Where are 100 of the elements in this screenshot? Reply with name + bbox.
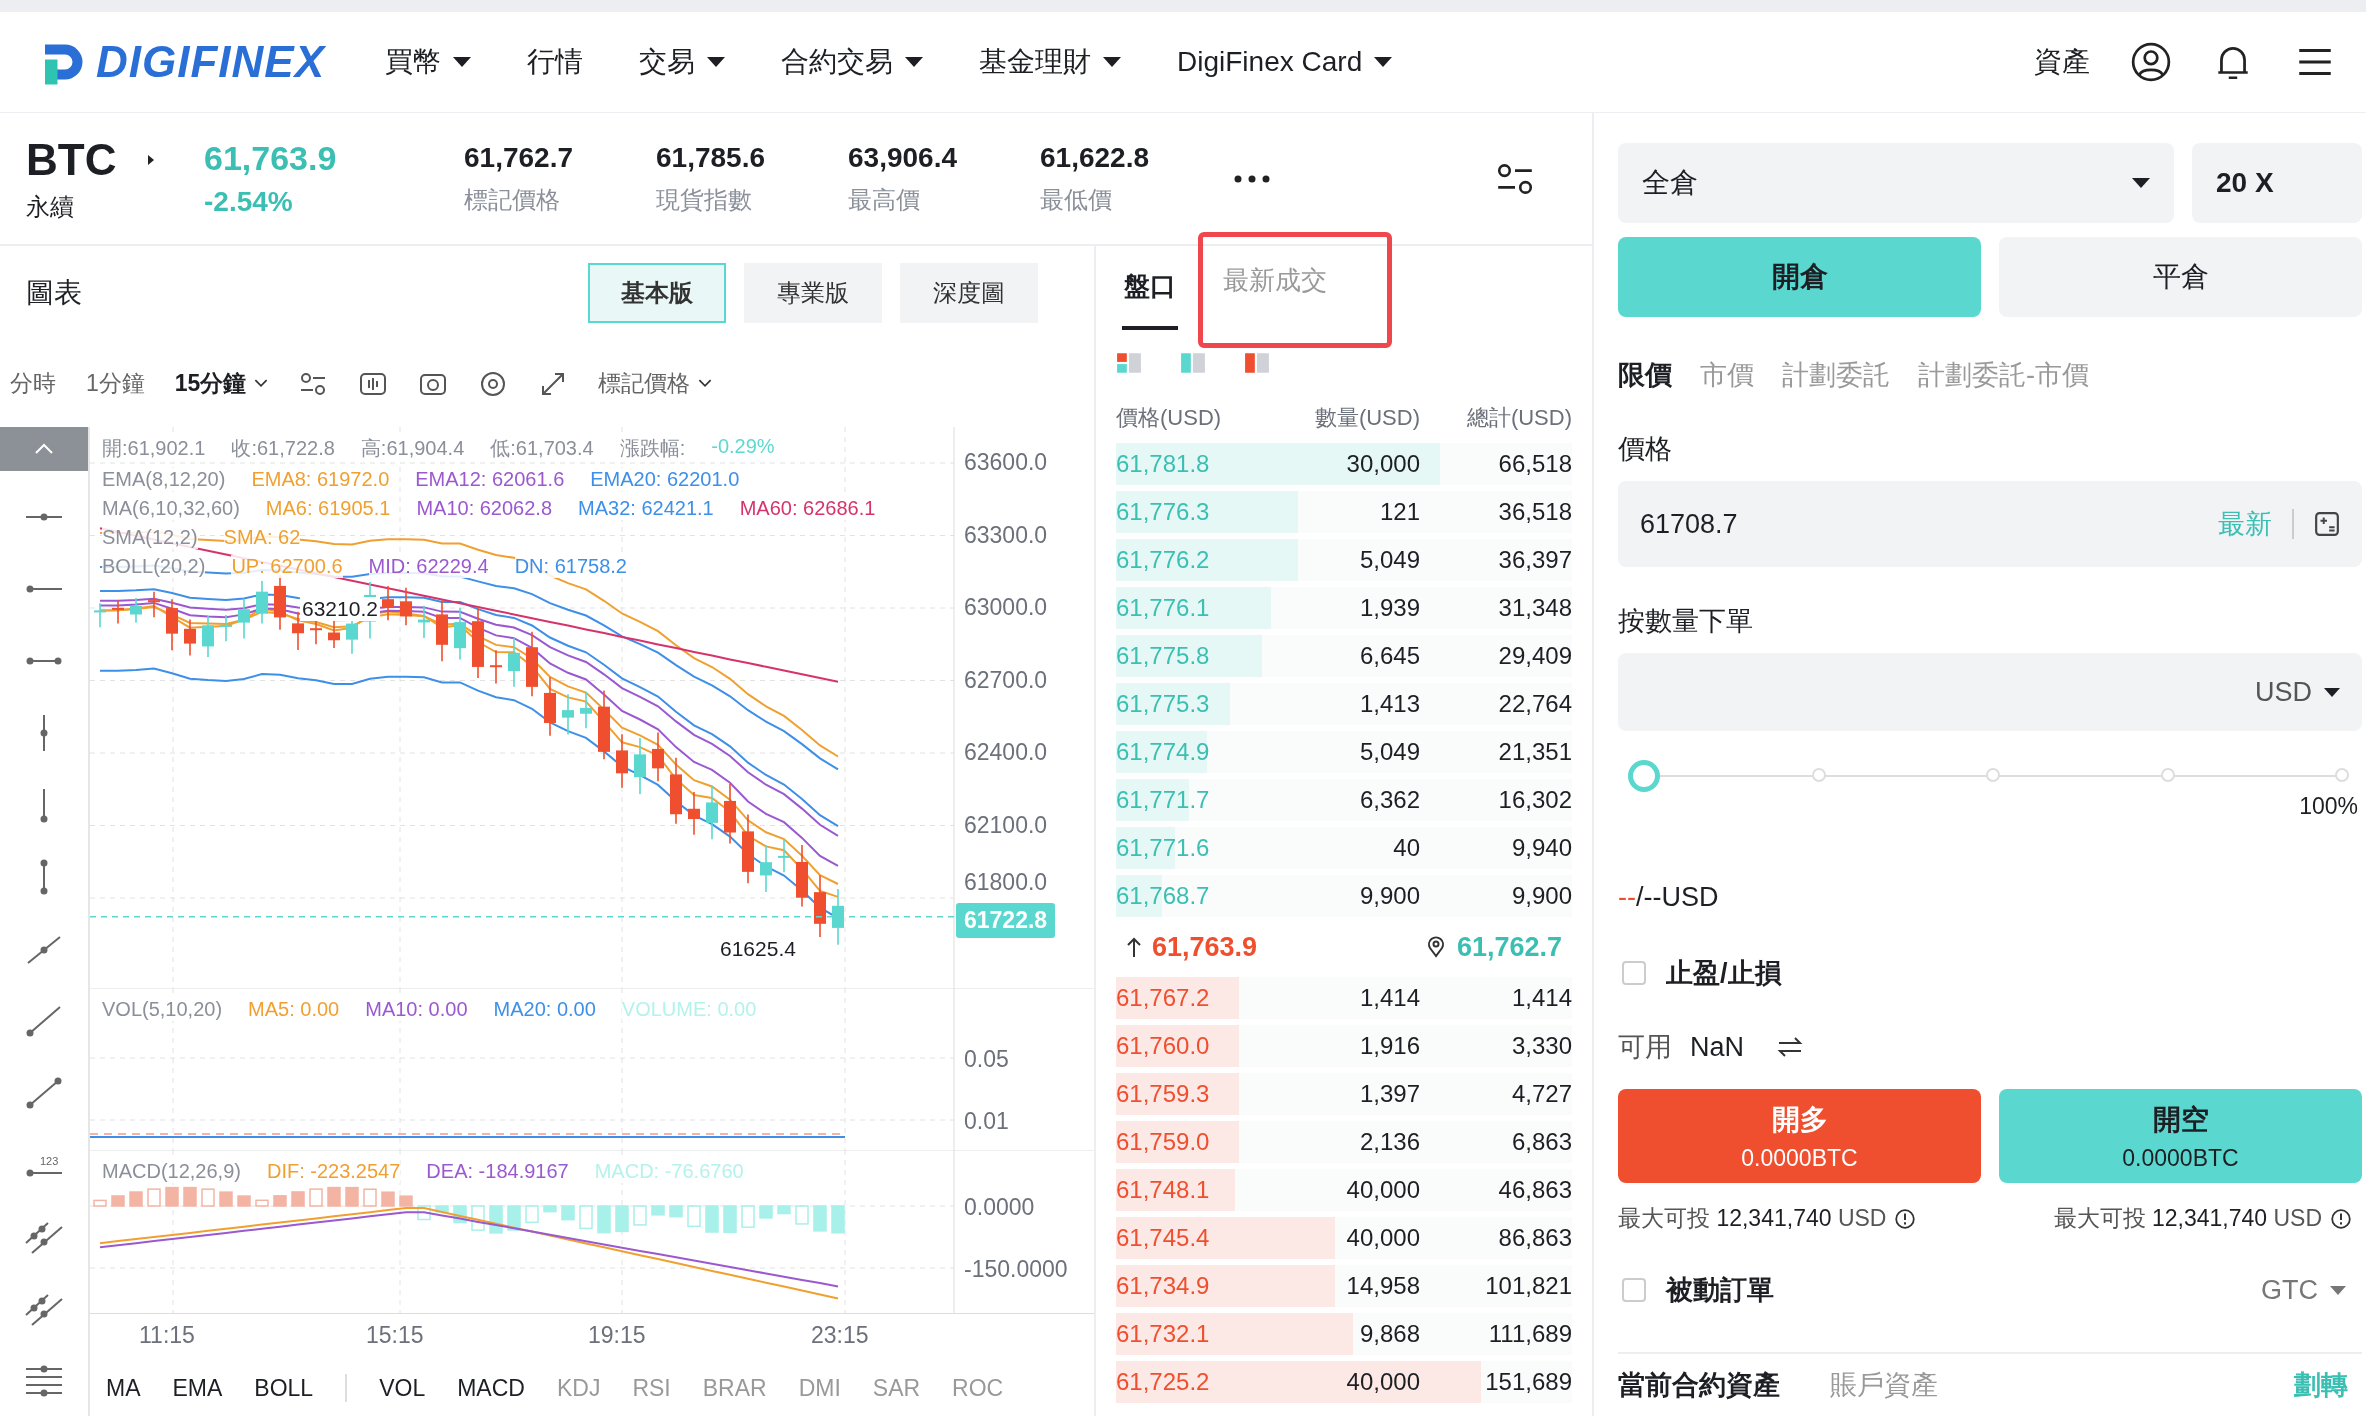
nav-menu-item[interactable]: 合約交易	[781, 43, 924, 81]
nav-menu-item[interactable]: 行情	[527, 43, 584, 81]
order-type-tab[interactable]: 計劃委託	[1782, 357, 1890, 393]
user-icon[interactable]	[2130, 41, 2172, 83]
nav-menu-item[interactable]: 買幣	[385, 43, 472, 81]
indicator-value: MA32: 62421.1	[578, 497, 714, 520]
interval-tab[interactable]: 1分鐘	[86, 368, 145, 399]
asset-tab[interactable]: 當前合約資產	[1618, 1367, 1780, 1403]
info-icon[interactable]	[1894, 1207, 1917, 1230]
axis-label: -150.0000	[964, 1256, 1068, 1283]
nav-menu-item[interactable]: 基金理財	[979, 43, 1122, 81]
layout-both-icon[interactable]	[1116, 351, 1142, 374]
interval-tab[interactable]: 15分鐘	[174, 368, 269, 399]
swap-icon[interactable]	[1776, 1036, 1804, 1058]
unit-dropdown[interactable]: USD	[2255, 676, 2340, 708]
ask-total: 9,900	[1510, 882, 1572, 910]
candle	[94, 602, 106, 629]
margin-mode-dropdown[interactable]: 全倉	[1618, 143, 2174, 223]
indicator-tab[interactable]: RSI	[632, 1374, 671, 1402]
nav-menu-item[interactable]: 交易	[639, 43, 726, 81]
histogram-bar	[399, 1195, 413, 1207]
calculator-icon[interactable]	[2314, 511, 2340, 537]
bid-total: 3,330	[1510, 1032, 1572, 1060]
price-type-dropdown[interactable]: 標記價格	[598, 368, 713, 399]
candle	[400, 586, 412, 627]
bid-price[interactable]: 61,748.1	[1116, 1176, 1268, 1204]
candle	[148, 590, 160, 619]
axis-label: 63000.0	[964, 594, 1048, 621]
chevron-down-icon[interactable]	[254, 379, 269, 388]
histogram-bar	[165, 1186, 179, 1207]
bid-price[interactable]: 61,759.3	[1116, 1080, 1268, 1108]
ask-amount: 6,362	[1358, 786, 1420, 814]
price-input[interactable]: 61708.7 最新	[1618, 481, 2362, 567]
open-short-button[interactable]: 開空 0.0000BTC	[1999, 1089, 2362, 1183]
more-icon[interactable]	[1232, 173, 1272, 184]
indicator-tab[interactable]: BOLL	[254, 1374, 314, 1402]
indicator-tab[interactable]: VOL	[379, 1374, 426, 1402]
axis-label: 62700.0	[964, 667, 1048, 694]
indicator-tab[interactable]: DMI	[798, 1374, 841, 1402]
layout-asks-icon[interactable]	[1244, 351, 1270, 374]
symbol-name[interactable]: BTC	[26, 134, 137, 185]
indicator-tab[interactable]: EMA	[172, 1374, 223, 1402]
bid-price[interactable]: 61,759.0	[1116, 1128, 1268, 1156]
histogram-bar	[93, 1199, 107, 1207]
histogram-bar	[147, 1188, 161, 1207]
info-icon[interactable]	[2330, 1207, 2352, 1230]
nav-menu-item[interactable]: DigiFinex Card	[1177, 43, 1393, 81]
order-type-tab[interactable]: 限價	[1618, 357, 1672, 393]
candle	[634, 737, 646, 795]
histogram-bar	[255, 1199, 269, 1207]
order-type-tab[interactable]: 市價	[1700, 357, 1754, 393]
bid-amount: 40,000	[1345, 1176, 1420, 1204]
position-tab[interactable]: 開倉	[1618, 237, 1981, 317]
indicator-value: MA10: 0.00	[365, 998, 468, 1021]
indicator-tab[interactable]: SAR	[872, 1374, 921, 1402]
indicator-tab[interactable]: MACD	[457, 1374, 525, 1402]
ask-amount: 1,939	[1358, 594, 1420, 622]
histogram-bar	[633, 1205, 647, 1226]
slider-max-label: 100%	[2299, 793, 2358, 820]
time-in-force-dropdown[interactable]: GTC	[2261, 1274, 2346, 1306]
bid-price[interactable]: 61,767.2	[1116, 984, 1268, 1012]
leverage-button[interactable]: 20 X	[2192, 143, 2362, 223]
indicator-tab[interactable]: BRAR	[702, 1374, 767, 1402]
bid-amount: 40,000	[1345, 1368, 1420, 1396]
tool-label: 123	[40, 1155, 59, 1167]
bid-amount: 1,916	[1358, 1032, 1420, 1060]
position-tab[interactable]: 平倉	[1999, 237, 2362, 317]
asset-tab[interactable]: 賬戶資產	[1830, 1367, 1938, 1403]
bid-price[interactable]: 61,732.1	[1116, 1320, 1268, 1348]
checkbox-label: 被動訂單	[1666, 1274, 1774, 1307]
quantity-input[interactable]: USD	[1618, 653, 2362, 731]
logo-text[interactable]: DIGIFINEX	[96, 37, 326, 87]
order-book-tab[interactable]: 盤口	[1122, 246, 1178, 330]
order-book-tab[interactable]: 最新成交	[1198, 232, 1392, 348]
indicator-tab[interactable]: MA	[106, 1374, 141, 1402]
up-arrow-icon	[1126, 936, 1142, 958]
chart-view-tab[interactable]: 深度圖	[900, 263, 1038, 323]
chart-view-tab[interactable]: 專業版	[744, 263, 882, 323]
indicator-tab[interactable]: ROC	[952, 1374, 1004, 1402]
histogram-bar	[309, 1188, 323, 1207]
assets-link[interactable]: 資產	[2034, 43, 2090, 81]
transfer-link[interactable]: 劃轉	[2294, 1367, 2348, 1403]
order-type-tab[interactable]: 計劃委託-市價	[1918, 357, 2089, 393]
bid-total: 46,863	[1497, 1176, 1572, 1204]
indicator-tab[interactable]: KDJ	[556, 1374, 601, 1402]
ask-total: 22,764	[1497, 690, 1572, 718]
checkbox[interactable]	[1622, 1278, 1646, 1302]
bid-price[interactable]: 61,760.0	[1116, 1032, 1268, 1060]
chevron-down-icon[interactable]	[698, 379, 713, 388]
available-label: 可用	[1618, 1031, 1672, 1064]
bid-price[interactable]: 61,734.9	[1116, 1272, 1268, 1300]
bid-price[interactable]: 61,725.2	[1116, 1368, 1268, 1396]
price-change: -2.54%	[204, 186, 294, 218]
interval-tab[interactable]: 分時	[10, 368, 56, 399]
checkbox-label: 止盈/止損	[1666, 957, 1782, 990]
candle	[508, 636, 520, 688]
open-long-button[interactable]: 開多 0.0000BTC	[1618, 1089, 1981, 1183]
checkbox[interactable]	[1622, 961, 1646, 985]
bid-price[interactable]: 61,745.4	[1116, 1224, 1268, 1252]
chart-view-tab[interactable]: 基本版	[588, 263, 726, 323]
